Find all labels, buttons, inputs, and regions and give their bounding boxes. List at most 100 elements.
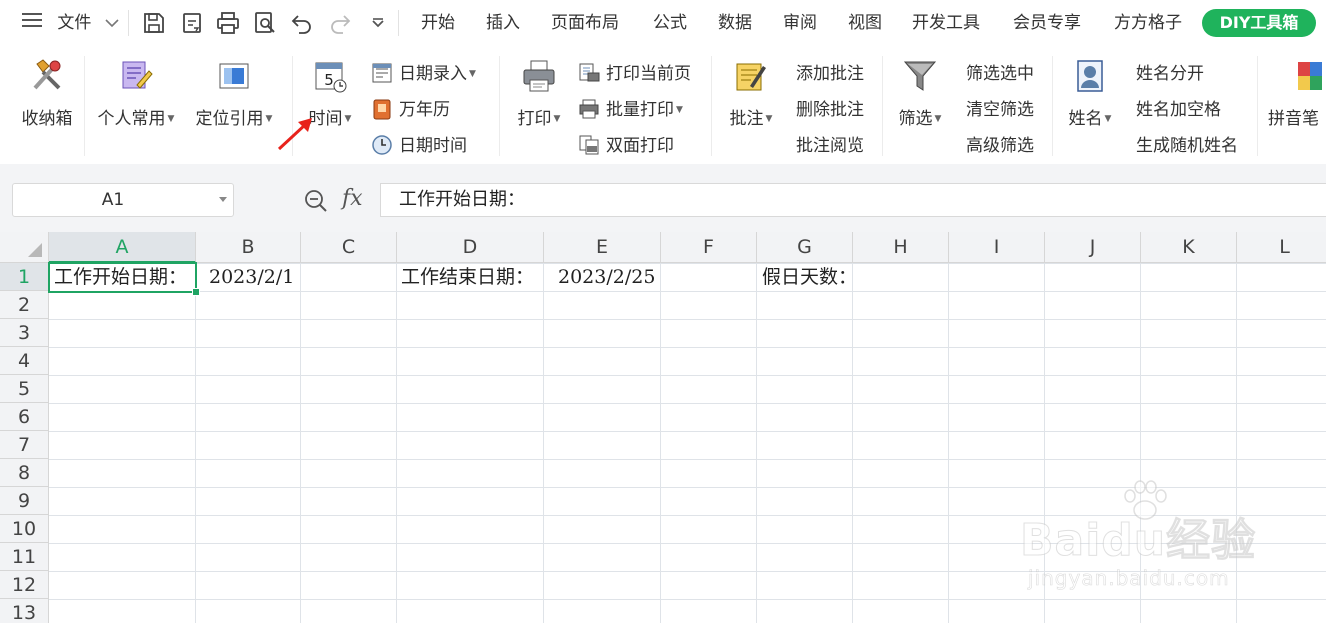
name-box[interactable]: A1 bbox=[12, 183, 234, 217]
tab-fangfang[interactable]: 方方格子 bbox=[1114, 0, 1182, 46]
funnel-icon bbox=[902, 58, 938, 94]
locate-ref-button[interactable]: 定位引用 ▼ bbox=[190, 58, 278, 129]
print-preview-icon[interactable] bbox=[253, 11, 277, 35]
row-header-1[interactable]: 1 bbox=[0, 263, 49, 291]
formula-input[interactable]: 工作开始日期： bbox=[380, 183, 1326, 217]
customize-toolbar-icon[interactable] bbox=[366, 11, 390, 35]
tab-formulas[interactable]: 公式 bbox=[653, 0, 687, 46]
personal-button[interactable]: 个人常用 ▼ bbox=[90, 58, 182, 129]
random-name-button[interactable]: 生成随机姓名 bbox=[1136, 134, 1238, 158]
name-add-space-button[interactable]: 姓名加空格 bbox=[1136, 98, 1221, 122]
undo-icon[interactable] bbox=[290, 11, 314, 35]
name-split-button[interactable]: 姓名分开 bbox=[1136, 62, 1204, 86]
batch-print-button[interactable]: 批量打印 ▼ bbox=[578, 98, 683, 122]
date-entry-label: 日期录入 bbox=[399, 64, 467, 84]
pinyin-button[interactable]: 拼音笔 bbox=[1268, 58, 1326, 129]
row-header-4[interactable]: 4 bbox=[0, 347, 49, 375]
save-icon[interactable] bbox=[142, 11, 166, 35]
gridline bbox=[756, 263, 757, 623]
file-menu-label: 文件 bbox=[57, 13, 92, 33]
redo-icon[interactable] bbox=[328, 11, 352, 35]
column-header-l[interactable]: L bbox=[1237, 232, 1326, 263]
duplex-print-button[interactable]: 双面打印 bbox=[578, 134, 674, 158]
column-header-i[interactable]: I bbox=[949, 232, 1045, 263]
print-icon[interactable] bbox=[216, 11, 240, 35]
caret-down-icon: ▼ bbox=[344, 114, 352, 124]
caret-down-icon: ▼ bbox=[765, 114, 773, 124]
add-comment-button[interactable]: 添加批注 bbox=[796, 62, 864, 86]
tab-view[interactable]: 视图 bbox=[848, 0, 882, 46]
row-header-10[interactable]: 10 bbox=[0, 515, 49, 543]
print-current-page-button[interactable]: 打印当前页 bbox=[578, 62, 691, 86]
select-all-corner[interactable] bbox=[0, 232, 49, 263]
filter-button[interactable]: 筛选 ▼ bbox=[892, 58, 948, 129]
caret-down-icon: ▼ bbox=[676, 105, 683, 115]
tab-diy-toolbox[interactable]: DIY工具箱 bbox=[1202, 9, 1316, 37]
advanced-filter-button[interactable]: 高级筛选 bbox=[966, 134, 1034, 158]
row-header-6[interactable]: 6 bbox=[0, 403, 49, 431]
date-entry-button[interactable]: 日期录入 ▼ bbox=[371, 62, 476, 86]
column-header-c[interactable]: C bbox=[301, 232, 397, 263]
pinyin-label: 拼音笔 bbox=[1268, 109, 1319, 129]
clear-filter-button[interactable]: 清空筛选 bbox=[966, 98, 1034, 122]
duplex-print-icon bbox=[578, 134, 600, 156]
tab-page-layout[interactable]: 页面布局 bbox=[551, 0, 619, 46]
tab-member[interactable]: 会员专享 bbox=[1013, 0, 1081, 46]
calendar-book-icon bbox=[371, 98, 393, 120]
export-pdf-icon[interactable] bbox=[180, 11, 204, 35]
gridline bbox=[396, 263, 397, 623]
filter-selected-button[interactable]: 筛选选中 bbox=[966, 62, 1034, 86]
cell-b1[interactable]: 2023/2/1 bbox=[209, 263, 294, 291]
print-button[interactable]: 打印 ▼ bbox=[510, 58, 568, 129]
zoom-icon[interactable] bbox=[303, 188, 329, 214]
row-header-11[interactable]: 11 bbox=[0, 543, 49, 571]
chevron-down-icon[interactable] bbox=[219, 197, 227, 202]
row-header-2[interactable]: 2 bbox=[0, 291, 49, 319]
duplex-print-label: 双面打印 bbox=[606, 136, 674, 156]
pinyin-icon bbox=[1296, 58, 1326, 94]
row-header-13[interactable]: 13 bbox=[0, 599, 49, 623]
column-header-h[interactable]: H bbox=[853, 232, 949, 263]
row-header-9[interactable]: 9 bbox=[0, 487, 49, 515]
chevron-down-icon bbox=[105, 0, 119, 46]
row-header-7[interactable]: 7 bbox=[0, 431, 49, 459]
date-time-label: 日期时间 bbox=[399, 136, 467, 156]
date-time-button[interactable]: 日期时间 bbox=[371, 134, 467, 158]
column-header-d[interactable]: D bbox=[397, 232, 544, 263]
comment-button[interactable]: 批注 ▼ bbox=[722, 58, 780, 129]
column-header-f[interactable]: F bbox=[661, 232, 757, 263]
column-header-e[interactable]: E bbox=[544, 232, 661, 263]
calendar-button[interactable]: 万年历 bbox=[371, 98, 450, 122]
tab-review[interactable]: 审阅 bbox=[783, 0, 817, 46]
row-header-12[interactable]: 12 bbox=[0, 571, 49, 599]
column-header-g[interactable]: G bbox=[757, 232, 853, 263]
gridline bbox=[948, 263, 949, 623]
column-header-b[interactable]: B bbox=[196, 232, 301, 263]
row-header-5[interactable]: 5 bbox=[0, 375, 49, 403]
cell-e1[interactable]: 2023/2/25 bbox=[558, 263, 655, 291]
print-page-icon bbox=[578, 62, 600, 84]
name-button[interactable]: 姓名 ▼ bbox=[1062, 58, 1118, 129]
delete-comment-button[interactable]: 删除批注 bbox=[796, 98, 864, 122]
view-comment-button[interactable]: 批注阅览 bbox=[796, 134, 864, 158]
file-menu[interactable]: 文件 bbox=[22, 0, 119, 46]
cell-d1[interactable]: 工作结束日期： bbox=[401, 263, 534, 291]
row-header-8[interactable]: 8 bbox=[0, 459, 49, 487]
fill-handle[interactable] bbox=[192, 288, 200, 296]
tab-insert[interactable]: 插入 bbox=[486, 0, 520, 46]
cell-g1[interactable]: 假日天数： bbox=[762, 263, 857, 291]
column-header-a[interactable]: A bbox=[49, 232, 196, 263]
row-header-3[interactable]: 3 bbox=[0, 319, 49, 347]
function-icon[interactable]: fx bbox=[342, 186, 363, 211]
storage-button[interactable]: 收纳箱 bbox=[14, 58, 80, 129]
name-box-value: A1 bbox=[101, 190, 125, 210]
divider bbox=[84, 56, 85, 156]
tab-data[interactable]: 数据 bbox=[718, 0, 752, 46]
tab-home[interactable]: 开始 bbox=[421, 0, 455, 46]
column-header-j[interactable]: J bbox=[1045, 232, 1141, 263]
storage-label: 收纳箱 bbox=[21, 109, 73, 129]
tab-developer[interactable]: 开发工具 bbox=[912, 0, 980, 46]
column-header-k[interactable]: K bbox=[1141, 232, 1237, 263]
caret-down-icon: ▼ bbox=[934, 114, 942, 124]
hamburger-icon bbox=[22, 0, 42, 46]
